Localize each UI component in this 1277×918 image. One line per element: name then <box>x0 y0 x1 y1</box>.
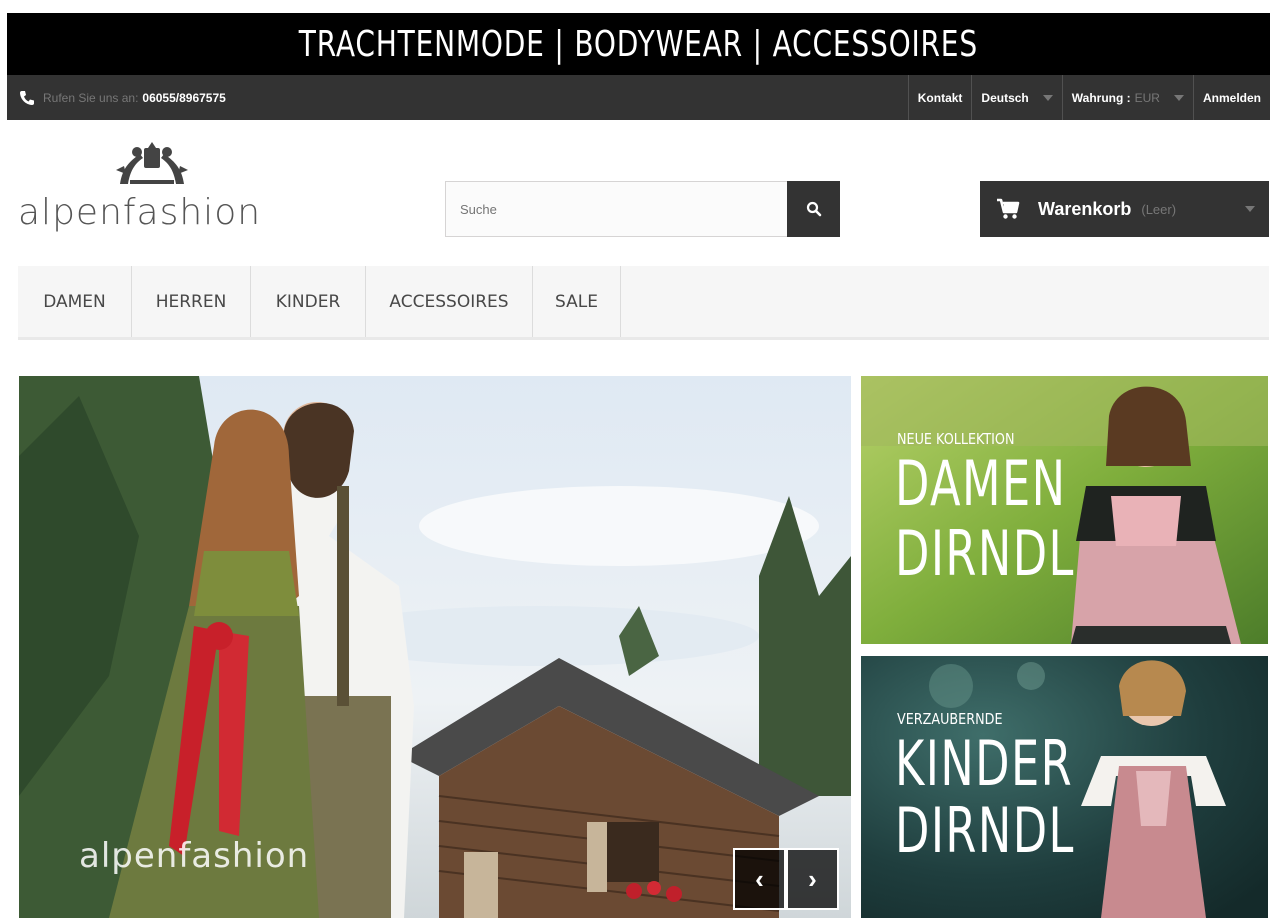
banner-kinder-dirndl[interactable]: VERZAUBERNDE KINDER DIRNDL <box>861 656 1268 918</box>
language-dropdown[interactable]: Deutsch <box>971 75 1061 120</box>
phone-icon <box>20 90 34 105</box>
nav-right: Kontakt Deutsch Wahrung : EUR Anmelden <box>907 75 1270 120</box>
menu-item-kinder[interactable]: KINDER <box>251 266 366 337</box>
language-label: Deutsch <box>981 90 1029 105</box>
login-link[interactable]: Anmelden <box>1192 75 1270 120</box>
caret-down-icon <box>1173 94 1184 101</box>
hero-watermark: alpenfashion <box>79 836 310 876</box>
chevron-left-icon: ‹ <box>755 863 764 894</box>
search-button[interactable] <box>787 181 840 237</box>
call-number[interactable]: 06055/8967575 <box>142 91 225 105</box>
banner-damen-dirndl[interactable]: NEUE KOLLEKTION DAMEN DIRNDL <box>861 376 1268 644</box>
banner-title-line1: DAMEN <box>895 447 1067 520</box>
menu-item-accessoires[interactable]: ACCESSOIRES <box>366 266 533 337</box>
menu-item-label: ACCESSOIRES <box>389 291 509 312</box>
call-label: Rufen Sie uns an: <box>43 90 139 105</box>
banner-title-line2: DIRNDL <box>895 517 1075 590</box>
call-info: Rufen Sie uns an: 06055/8967575 <box>7 90 226 106</box>
slider-controls: ‹ › <box>733 848 839 910</box>
cart-status: (Leer) <box>1141 201 1177 217</box>
site-logo[interactable]: alpenfashion <box>18 140 293 240</box>
search-icon <box>806 201 821 217</box>
menu-item-herren[interactable]: HERREN <box>132 266 251 337</box>
chevron-right-icon: › <box>808 863 817 894</box>
menu-item-damen[interactable]: DAMEN <box>18 266 132 337</box>
menu-item-label: DAMEN <box>43 291 106 312</box>
cart-label: Warenkorb <box>1038 198 1132 219</box>
menu-item-label: KINDER <box>275 291 341 312</box>
banner-kicker: VERZAUBERNDE <box>897 710 1003 728</box>
top-banner-text: TRACHTENMODE | BODYWEAR | ACCESSOIRES <box>298 23 979 65</box>
caret-down-icon <box>1245 206 1255 212</box>
caret-down-icon <box>1042 94 1053 101</box>
currency-value: EUR <box>1134 90 1160 105</box>
slider-prev-button[interactable]: ‹ <box>733 848 786 910</box>
banner-kicker: NEUE KOLLEKTION <box>897 430 1015 448</box>
search-input[interactable] <box>445 181 788 237</box>
menu-item-label: SALE <box>555 291 598 312</box>
contact-link[interactable]: Kontakt <box>907 75 972 120</box>
logo-wordmark: alpenfashion <box>18 192 262 233</box>
login-label: Anmelden <box>1202 90 1261 105</box>
contact-label: Kontakt <box>917 90 963 105</box>
crest-logo-icon <box>116 142 188 184</box>
cart-icon <box>997 198 1020 219</box>
category-menu: DAMEN HERREN KINDER ACCESSOIRES SALE <box>18 266 1269 340</box>
top-navbar: Rufen Sie uns an: 06055/8967575 Kontakt … <box>7 75 1270 120</box>
currency-label: Wahrung : <box>1071 90 1131 105</box>
top-banner: TRACHTENMODE | BODYWEAR | ACCESSOIRES <box>7 13 1270 75</box>
slider-next-button[interactable]: › <box>786 848 839 910</box>
menu-item-label: HERREN <box>155 291 227 312</box>
menu-item-sale[interactable]: SALE <box>533 266 621 337</box>
cart-button[interactable]: Warenkorb (Leer) <box>980 181 1269 237</box>
banner-title-line2: DIRNDL <box>895 794 1075 867</box>
hero-slider[interactable]: alpenfashion ‹ › <box>19 376 851 918</box>
currency-dropdown[interactable]: Wahrung : EUR <box>1061 75 1193 120</box>
banner-title-line1: KINDER <box>895 727 1074 800</box>
